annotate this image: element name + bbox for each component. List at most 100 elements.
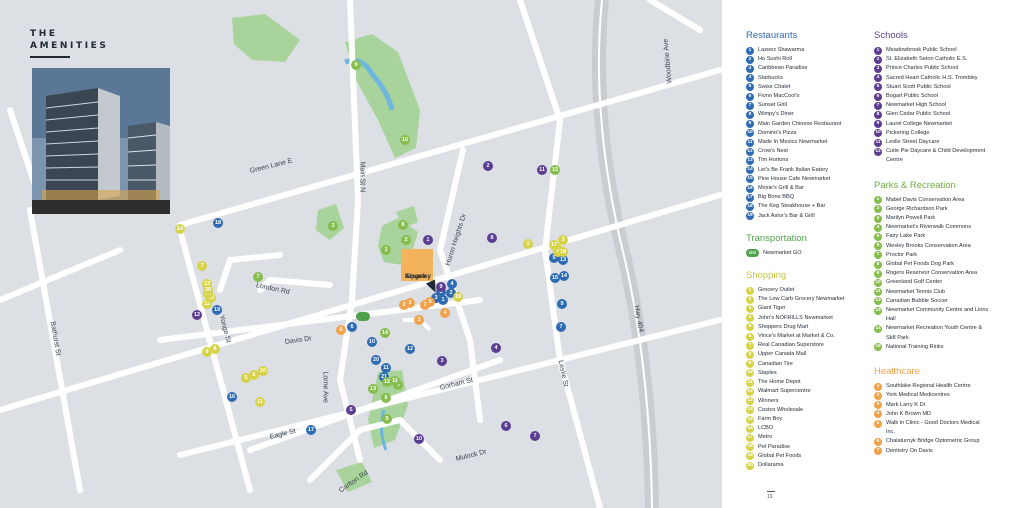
legend-item-restaurants[interactable]: 9 Main Garden Chinese Restaurant bbox=[746, 120, 884, 129]
legend-item-parks[interactable]: 11 Newmarket Tennis Club bbox=[874, 288, 1020, 297]
map-marker-shopping[interactable]: 9 bbox=[202, 347, 212, 357]
legend-item-shopping[interactable]: 12 Walmart Supercentre bbox=[746, 387, 884, 396]
legend-item-healthcare[interactable]: 2 York Medical Medicentres bbox=[874, 391, 1020, 400]
legend-item-shopping[interactable]: 16 LCBO bbox=[746, 424, 884, 433]
legend-item-parks[interactable]: 13 Newmarket Community Centre and Lions H… bbox=[874, 306, 1020, 324]
map-marker-parks[interactable]: 8 bbox=[398, 220, 408, 230]
legend-item-parks[interactable]: 4 Newmarket's Riverwalk Commons bbox=[874, 223, 1020, 232]
map-marker-shopping[interactable]: 3 bbox=[558, 235, 568, 245]
map-marker-healthcare[interactable]: 7 bbox=[420, 300, 430, 310]
legend-item-parks[interactable]: 9 Rogers Reservoir Conservation Area bbox=[874, 269, 1020, 278]
legend-item-parks[interactable]: 2 George Richardson Park bbox=[874, 205, 1020, 214]
map-marker-shopping[interactable]: 7 bbox=[197, 261, 207, 271]
legend-item-restaurants[interactable]: 5 Swiss Chalet bbox=[746, 83, 884, 92]
legend-item-shopping[interactable]: 9 Canadian Tire bbox=[746, 360, 884, 369]
map-marker-parks[interactable]: 14 bbox=[380, 328, 390, 338]
legend-item-parks[interactable]: 7 Proctor Park bbox=[874, 251, 1020, 260]
map-marker-parks[interactable]: 3 bbox=[328, 221, 338, 231]
legend-item-shopping[interactable]: 14 Costco Wholesale bbox=[746, 406, 884, 415]
map-marker-restaurants[interactable]: 15 bbox=[550, 273, 560, 283]
amenities-map[interactable]: THE AMENITIES Green Lane E Main St N Woo… bbox=[0, 0, 722, 508]
map-marker-healthcare[interactable]: 4 bbox=[440, 308, 450, 318]
legend-item-shopping[interactable]: 7 Real Canadian Superstore bbox=[746, 341, 884, 350]
legend-item-shopping[interactable]: 2 The Low Carb Grocery Newmarket bbox=[746, 295, 884, 304]
map-marker-healthcare[interactable]: 6 bbox=[336, 325, 346, 335]
legend-item-restaurants[interactable]: 14 Let's Be Frank Italian Eatery bbox=[746, 166, 884, 175]
map-marker-shopping[interactable]: 11 bbox=[255, 397, 265, 407]
map-marker-restaurants[interactable]: 17 bbox=[306, 425, 316, 435]
legend-item-schools[interactable]: 10 Pickering College bbox=[874, 129, 1020, 138]
kingsley-square-site-marker[interactable]: Kingsley Square bbox=[401, 249, 433, 281]
map-marker-parks[interactable]: 15 bbox=[550, 165, 560, 175]
legend-item-restaurants[interactable]: 2 Ho Sushi Roll bbox=[746, 55, 884, 64]
legend-item-parks[interactable]: 15 National Training Rinks bbox=[874, 343, 1020, 352]
legend-item-restaurants[interactable]: 13 Tim Hortons bbox=[746, 156, 884, 166]
map-marker-parks[interactable]: 9 bbox=[351, 60, 361, 70]
legend-item-restaurants[interactable]: 4 Starbucks bbox=[746, 74, 884, 83]
legend-item-shopping[interactable]: 19 Global Pet Foods bbox=[746, 452, 884, 461]
legend-item-healthcare[interactable]: 7 Dentistry On Davis bbox=[874, 447, 1020, 456]
legend-item-shopping[interactable]: 10 Staples bbox=[746, 369, 884, 378]
legend-item-parks[interactable]: 6 Wesley Brooks Conservation Area bbox=[874, 242, 1020, 251]
map-marker-restaurants[interactable]: 10 bbox=[367, 337, 377, 347]
map-marker-restaurants[interactable]: 12 bbox=[405, 344, 415, 354]
legend-item-shopping[interactable]: 18 Pet Paradise bbox=[746, 443, 884, 452]
legend-item-restaurants[interactable]: 15 Pine House Cafe Newmarket bbox=[746, 175, 884, 184]
map-marker-parks[interactable]: 13 bbox=[368, 384, 378, 394]
map-marker-healthcare[interactable]: 2 bbox=[399, 300, 409, 310]
map-marker-restaurants[interactable]: 4 bbox=[447, 279, 457, 289]
legend-item-restaurants[interactable]: 16 Moxie's Grill & Bar bbox=[746, 184, 884, 193]
map-marker-shopping[interactable]: 10 bbox=[258, 366, 268, 376]
legend-item-restaurants[interactable]: 8 Wimpy's Diner bbox=[746, 110, 884, 120]
legend-item-schools[interactable]: 11 Leslie Street Daycare bbox=[874, 138, 1020, 147]
map-marker-parks[interactable]: 7 bbox=[253, 272, 263, 282]
legend-item-shopping[interactable]: 13 Winners bbox=[746, 397, 884, 406]
legend-item-parks[interactable]: 10 Greenland Golf Center bbox=[874, 278, 1020, 288]
map-marker-shopping[interactable]: 18 bbox=[558, 247, 568, 257]
legend-item-shopping[interactable]: 5 Shoppers Drug Mart bbox=[746, 323, 884, 332]
map-marker-shopping[interactable]: 14 bbox=[175, 224, 185, 234]
map-marker-schools[interactable]: 2 bbox=[483, 161, 493, 171]
legend-item-restaurants[interactable]: 18 The Keg Steakhouse + Bar bbox=[746, 202, 884, 212]
legend-item-restaurants[interactable]: 12 Crow's Nest bbox=[746, 147, 884, 156]
map-marker-schools[interactable]: 7 bbox=[530, 431, 540, 441]
map-marker-restaurants[interactable]: 16 bbox=[227, 392, 237, 402]
map-marker-shopping[interactable]: 17 bbox=[549, 240, 559, 250]
legend-item-schools[interactable]: 2 St. Elizabeth Seton Catholic E.S. bbox=[874, 55, 1020, 64]
legend-item-healthcare[interactable]: 5 Walk in Clinic - Good Doctors Medical I… bbox=[874, 419, 1020, 437]
legend-item-schools[interactable]: 1 Meadowbrook Public School bbox=[874, 46, 1020, 55]
legend-item-parks[interactable]: 5 Fairy Lake Park bbox=[874, 232, 1020, 242]
legend-item-restaurants[interactable]: 1 Lazeez Shawarma bbox=[746, 46, 884, 55]
legend-item-parks[interactable]: 12 Canadian Bubble Soccer bbox=[874, 297, 1020, 306]
map-marker-schools[interactable]: 8 bbox=[487, 233, 497, 243]
map-marker-schools[interactable]: 6 bbox=[501, 421, 511, 431]
go-station-marker[interactable] bbox=[356, 312, 370, 321]
legend-item-schools[interactable]: 12 Cutie Pie Daycare & Child Development … bbox=[874, 147, 1020, 165]
map-marker-parks[interactable]: 2 bbox=[401, 235, 411, 245]
map-marker-schools[interactable]: 3 bbox=[437, 356, 447, 366]
map-marker-restaurants[interactable]: 6 bbox=[347, 322, 357, 332]
legend-item-transportation[interactable]: GO Newmarket GO bbox=[746, 248, 884, 258]
map-marker-restaurants[interactable]: 20 bbox=[371, 355, 381, 365]
legend-item-healthcare[interactable]: 1 Southlake Regional Health Centre bbox=[874, 382, 1020, 391]
map-marker-restaurants[interactable]: 7 bbox=[556, 322, 566, 332]
map-marker-shopping[interactable]: 20 bbox=[203, 285, 213, 295]
map-marker-parks[interactable]: 5 bbox=[382, 414, 392, 424]
map-marker-parks[interactable]: 12 bbox=[382, 377, 392, 387]
legend-item-parks[interactable]: 3 Marilyn Powell Park bbox=[874, 214, 1020, 223]
legend-item-restaurants[interactable]: 10 Domino's Pizza bbox=[746, 129, 884, 138]
legend-item-healthcare[interactable]: 6 Chalaturnyk Bridge Optometric Group bbox=[874, 437, 1020, 446]
map-marker-schools[interactable]: 1 bbox=[423, 235, 433, 245]
legend-item-shopping[interactable]: 6 Vince's Market at Market & Co. bbox=[746, 332, 884, 341]
map-marker-shopping[interactable]: 1 bbox=[523, 239, 533, 249]
map-marker-restaurants[interactable]: 19 bbox=[212, 305, 222, 315]
legend-item-restaurants[interactable]: 17 Big Bone BBQ bbox=[746, 193, 884, 202]
map-marker-schools[interactable]: 12 bbox=[192, 310, 202, 320]
map-marker-healthcare[interactable]: 3 bbox=[414, 315, 424, 325]
legend-item-schools[interactable]: 6 Bogart Public School bbox=[874, 92, 1020, 101]
map-marker-schools[interactable]: 4 bbox=[491, 343, 501, 353]
legend-item-schools[interactable]: 7 Newmarket High School bbox=[874, 101, 1020, 110]
legend-item-shopping[interactable]: 11 The Home Depot bbox=[746, 378, 884, 387]
map-marker-schools[interactable]: 9 bbox=[436, 282, 446, 292]
legend-item-schools[interactable]: 3 Prince Charles Public School bbox=[874, 64, 1020, 73]
